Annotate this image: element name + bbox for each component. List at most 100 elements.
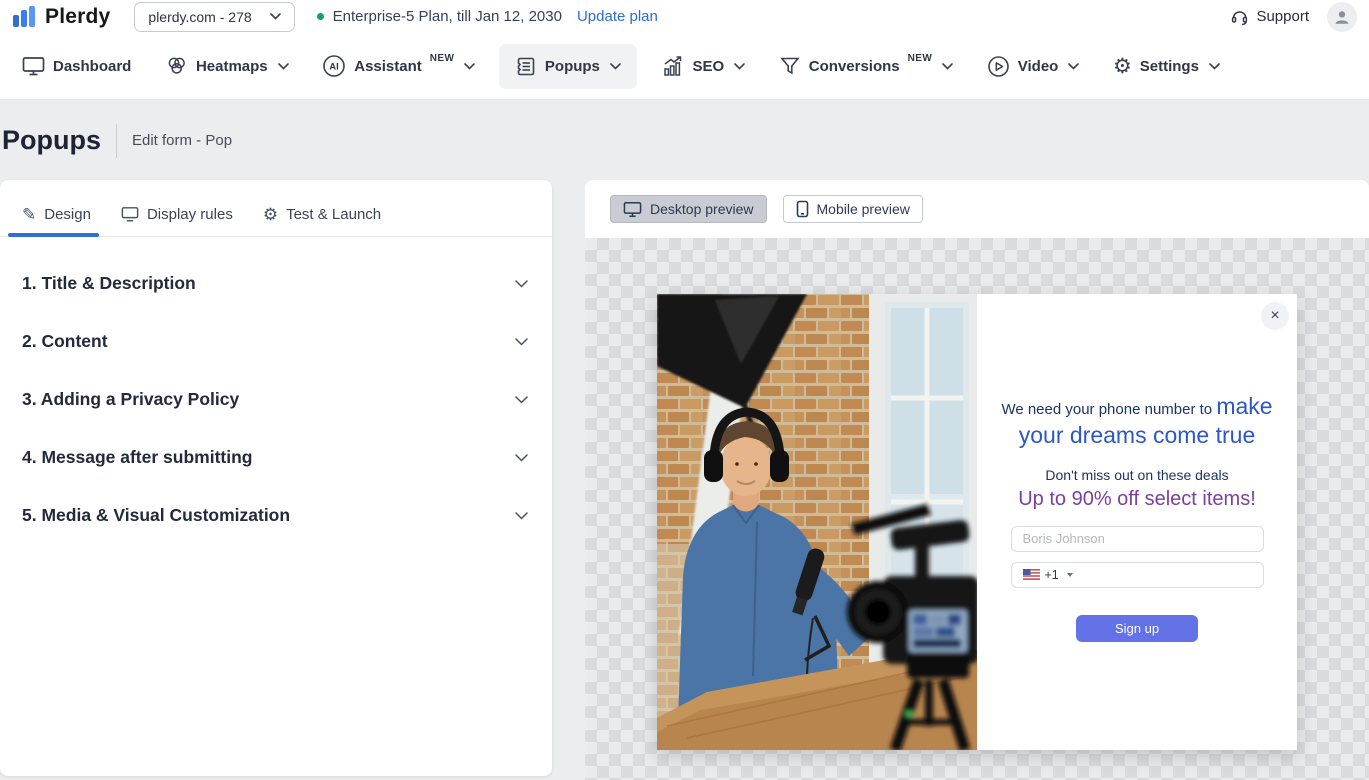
chevron-down-icon — [610, 63, 621, 70]
pencil-icon: ✎ — [22, 206, 36, 223]
nav-item-dashboard[interactable]: Dashboard — [12, 44, 141, 88]
close-icon[interactable]: × — [1261, 302, 1289, 330]
nav-item-settings[interactable]: ⚙ Settings — [1103, 45, 1230, 88]
nav-item-assistant[interactable]: AI Assistant NEW — [312, 43, 485, 89]
us-flag-icon — [1023, 569, 1040, 580]
chevron-down-icon — [942, 63, 953, 70]
svg-text:AI: AI — [330, 62, 340, 73]
chevron-down-icon — [734, 63, 745, 70]
popup-form-side: × We need your phone number to make your… — [977, 294, 1297, 750]
mobile-icon — [796, 200, 809, 218]
nav-item-seo[interactable]: SEO — [651, 44, 756, 88]
chevron-down-icon — [515, 338, 528, 346]
desktop-preview-button[interactable]: Desktop preview — [610, 195, 767, 223]
title-divider — [116, 124, 117, 158]
nav-label: Conversions — [809, 58, 900, 75]
logo-text: Plerdy — [45, 5, 110, 29]
tab-label: Test & Launch — [286, 206, 381, 223]
popup-offer-text: Up to 90% off select items! — [977, 488, 1297, 511]
desktop-preview-label: Desktop preview — [650, 201, 754, 217]
popup-headline: We need your phone number to make your d… — [977, 392, 1297, 450]
section-label: 1. Title & Description — [22, 273, 196, 294]
chevron-down-icon — [1068, 63, 1079, 70]
section-privacy-policy[interactable]: 3. Adding a Privacy Policy — [22, 389, 528, 410]
gear-icon: ⚙ — [263, 206, 278, 223]
avatar[interactable] — [1327, 2, 1357, 32]
ai-assistant-icon: AI — [322, 54, 346, 78]
chevron-down-icon — [464, 63, 475, 70]
page-title: Popups — [2, 125, 101, 156]
preview-toolbar: Desktop preview Mobile preview — [585, 180, 1369, 238]
plan-status-dot — [317, 13, 324, 20]
nav-item-conversions[interactable]: Conversions NEW — [769, 44, 963, 88]
nav-label: Dashboard — [53, 58, 131, 75]
top-header: Plerdy plerdy.com - 278 Enterprise-5 Pla… — [0, 0, 1369, 33]
popup-subheadline: Don't miss out on these deals — [977, 467, 1297, 483]
plerdy-logo[interactable]: Plerdy — [12, 5, 110, 29]
tab-test-launch[interactable]: ⚙ Test & Launch — [263, 206, 381, 236]
chevron-down-icon — [1209, 63, 1220, 70]
nav-item-popups[interactable]: Popups — [499, 44, 637, 89]
dashboard-icon — [22, 55, 45, 77]
section-message-after-submit[interactable]: 4. Message after submitting — [22, 447, 528, 468]
popup-preview: × We need your phone number to make your… — [657, 294, 1297, 750]
name-field[interactable] — [1011, 526, 1264, 552]
nav-item-heatmaps[interactable]: Heatmaps — [155, 44, 299, 88]
breadcrumb: Edit form - Pop — [132, 132, 232, 149]
chevron-down-icon — [270, 13, 281, 20]
plan-status: Enterprise-5 Plan, till Jan 12, 2030 Upd… — [317, 8, 658, 25]
headline-prefix: We need your phone number to — [1001, 401, 1216, 418]
podcast-photo — [657, 294, 977, 750]
desktop-icon — [623, 201, 642, 218]
section-label: 3. Adding a Privacy Policy — [22, 389, 239, 410]
nav-item-video[interactable]: Video — [977, 44, 1090, 89]
domain-selector-value: plerdy.com - 278 — [148, 9, 251, 25]
main-nav: Dashboard Heatmaps AI Assistant NEW — [0, 33, 1369, 100]
section-title-description[interactable]: 1. Title & Description — [22, 273, 528, 294]
tab-display-rules[interactable]: Display rules — [121, 206, 233, 236]
editor-tabs: ✎ Design Display rules ⚙ Test & Launch — [0, 206, 552, 237]
section-content[interactable]: 2. Content — [22, 331, 528, 352]
gear-icon: ⚙ — [1113, 56, 1132, 77]
new-badge: NEW — [908, 53, 933, 64]
caret-down-icon[interactable] — [1067, 573, 1073, 577]
nav-label: Heatmaps — [196, 58, 268, 75]
support-button[interactable]: Support — [1230, 7, 1309, 26]
section-media-visual[interactable]: 5. Media & Visual Customization — [22, 505, 528, 526]
nav-label: Video — [1018, 58, 1059, 75]
nav-label: Popups — [545, 58, 600, 75]
phone-country-code: +1 — [1045, 568, 1059, 582]
nav-label: SEO — [693, 58, 725, 75]
tab-label: Design — [44, 206, 91, 223]
new-badge: NEW — [430, 53, 455, 64]
seo-icon — [661, 55, 685, 77]
mobile-preview-label: Mobile preview — [817, 201, 910, 217]
accordion-sections: 1. Title & Description 2. Content 3. Add… — [0, 237, 552, 526]
signup-button[interactable]: Sign up — [1076, 615, 1198, 642]
chevron-down-icon — [515, 454, 528, 462]
plerdy-logo-icon — [12, 6, 38, 28]
headline-highlight: make — [1216, 393, 1272, 419]
support-label: Support — [1256, 8, 1309, 25]
tab-design[interactable]: ✎ Design — [22, 206, 91, 236]
phone-field[interactable]: +1 — [1011, 562, 1264, 588]
chevron-down-icon — [515, 280, 528, 288]
headline-highlight-line2: your dreams come true — [987, 421, 1287, 450]
section-label: 2. Content — [22, 331, 108, 352]
mobile-preview-button[interactable]: Mobile preview — [783, 195, 923, 223]
section-label: 5. Media & Visual Customization — [22, 505, 290, 526]
funnel-icon — [779, 55, 801, 77]
plan-status-text: Enterprise-5 Plan, till Jan 12, 2030 — [333, 8, 562, 25]
chevron-down-icon — [515, 512, 528, 520]
domain-selector[interactable]: plerdy.com - 278 — [134, 2, 294, 32]
section-label: 4. Message after submitting — [22, 447, 252, 468]
nav-label: Assistant — [354, 58, 422, 75]
nav-label: Settings — [1140, 58, 1199, 75]
editor-panel: ✎ Design Display rules ⚙ Test & Launch 1… — [0, 180, 552, 776]
transparency-checkerboard: × We need your phone number to make your… — [585, 238, 1369, 780]
chevron-down-icon — [278, 63, 289, 70]
headset-icon — [1230, 7, 1249, 26]
heatmaps-icon — [165, 55, 188, 77]
update-plan-link[interactable]: Update plan — [577, 8, 658, 25]
name-input[interactable] — [1012, 527, 1263, 551]
